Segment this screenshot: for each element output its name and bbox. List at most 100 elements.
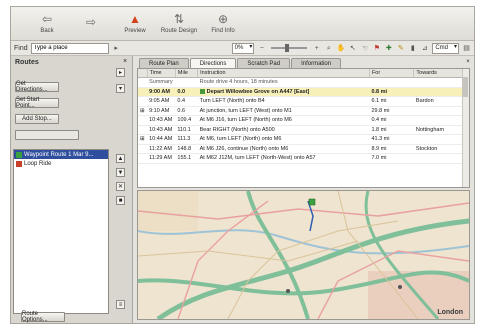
route-color-icon[interactable]: ■ [116,196,125,205]
close-icon[interactable]: × [121,58,129,66]
zoom-dropdown[interactable]: 0% [231,42,255,54]
map-canvas[interactable] [138,191,469,319]
table-cell-text: Route drive 4 hours, 18 minutes [199,79,278,86]
hand-pan-icon[interactable]: ☜ [360,44,369,53]
toolbar-button-2[interactable]: ▲ Preview [113,7,157,39]
pencil-icon[interactable]: ✎ [396,44,405,53]
table-cell: 0.4 mi [369,115,414,126]
toolbar-button-3[interactable]: ⇅ Route Design [157,7,201,39]
table-cell [138,96,148,107]
route-list-item-label: Loop Ride [24,160,52,167]
table-cell-text: 6.1 mi [371,98,387,105]
measure-icon[interactable]: ⊿ [420,44,429,53]
table-cell: 111.3 [175,134,198,145]
table-cell: Stockton [413,144,469,154]
get-directions-button[interactable]: Get Directions... [15,81,59,93]
highlighter-icon[interactable]: ▮ [408,44,417,53]
column-header[interactable]: Time [147,69,176,78]
column-header[interactable]: For [369,69,415,78]
table-row[interactable]: 9:05 AM 0.4 Turn LEFT (North) onto B4 6.1 m… [138,96,469,107]
table-cell-text: 0.8 mi [371,88,388,95]
table-cell-text: 1.8 mi [371,126,387,133]
column-header[interactable]: Instruction [197,69,370,78]
app-window: ⇦ Back ⇨ ▲ Preview ⇅ Route Design ⊕ Find Info Fi… [10,6,475,324]
collapse-icon[interactable]: ▸ [116,68,125,77]
column-header[interactable] [138,69,148,78]
table-cell-text: 0.4 [177,98,186,105]
table-cell: 1.8 mi [369,125,414,135]
route-list-item-label: Waypoint Route 1 Mar 9... [24,151,94,158]
tab-3[interactable]: Information [291,58,342,68]
table-cell: 6.1 mi [369,96,414,107]
scrollbar-thumb[interactable] [463,77,468,97]
tab-0[interactable]: Route Plan [139,58,189,68]
toolbar-button-1[interactable]: ⇨ [69,7,113,39]
table-row[interactable]: 10:43 AM 109.4 At M6 J16, turn LEFT (North… [138,115,469,126]
units-dropdown[interactable]: Cmd [432,42,459,54]
column-header[interactable]: Mile [175,69,199,78]
back-arrow-icon: ⇦ [41,11,53,26]
table-cell: 109.4 [175,115,198,126]
table-cell-text: 148.8 [177,145,192,152]
table-cell-text: 41.3 mi [371,136,390,143]
set-start-button[interactable]: Set Start Point... [15,97,59,109]
toolbar-button-4[interactable]: ⊕ Find Info [201,7,245,39]
table-cell-text: 9:10 AM [149,107,170,114]
table-cell-text: 0.4 mi [371,117,387,124]
table-cell-text: ⊞ [140,107,145,114]
route-list-item[interactable]: Loop Ride [14,159,108,168]
route-name-field[interactable] [15,130,79,140]
add-stop-button[interactable]: Add Stop... [15,114,59,124]
table-row[interactable]: 11:22 AM 148.8 At M6 J26, continue (North)… [138,144,469,154]
route-options-button[interactable]: Route Options... [21,311,65,323]
toolbar-button-0[interactable]: ⇦ Back [25,7,69,39]
zoom-slider[interactable] [271,44,308,52]
table-cell: ⊞ [138,134,148,145]
options-icon[interactable]: ▤ [462,44,471,53]
table-row[interactable]: ⊞ 10:44 AM 111.3 At M6, turn LEFT (North) o… [138,134,469,145]
route-properties-icon[interactable]: ≡ [116,300,125,309]
table-scrollbar[interactable] [462,69,469,187]
flag-icon[interactable]: ⚑ [372,44,381,53]
table-cell-text: Nottingham [415,126,445,133]
table-cell: 8.9 mi [369,144,414,154]
table-row[interactable]: ⊞ 9:10 AM 0.6 At junction, turn LEFT (West)… [138,106,469,116]
table-cell [138,125,148,135]
find-input[interactable] [30,42,109,54]
tab-1[interactable]: Directions [189,58,237,68]
select-arrow-icon[interactable]: ↖ [348,44,357,53]
pushpin-icon[interactable]: ✚ [384,44,393,53]
close-pane-icon[interactable]: × [464,58,472,66]
zoom-in-icon[interactable]: + [312,44,321,53]
sidebar-menu-icon[interactable]: ▾ [116,84,125,93]
table-row[interactable]: Summary Route drive 4 hours, 18 minutes [138,77,469,88]
table-cell [138,115,148,126]
tab-2[interactable]: Scratch Pad [237,58,291,68]
find-label: Find [14,44,28,52]
table-row[interactable]: 10:43 AM 110.1 Bear RIGHT (North) onto A50… [138,125,469,135]
table-cell [413,106,469,116]
table-cell [138,144,148,154]
map-view[interactable]: London [137,190,470,320]
table-cell-text: At M6 J26, continue (North) onto M6 [199,145,289,152]
table-cell: Route drive 4 hours, 18 minutes [197,77,370,88]
pan-icon[interactable]: ✋ [336,44,345,53]
route-design-icon: ⇅ [173,11,185,26]
table-cell: 10:43 AM [147,125,176,135]
magnifier-icon[interactable]: ⌕ [324,44,333,53]
table-row[interactable]: 11:29 AM 155.1 At M62 J12M, turn LEFT (Nor… [138,153,469,164]
column-header[interactable]: Towards [413,69,469,78]
table-cell: At junction, turn LEFT (West) onto M1 [197,106,370,116]
move-up-icon[interactable]: ▲ [116,154,125,163]
table-cell: 10:44 AM [147,134,176,145]
search-go-icon[interactable]: ▸ [112,44,121,53]
delete-route-icon[interactable]: ✕ [116,182,125,191]
table-cell: 110.1 [175,125,198,135]
table-cell: 11:29 AM [147,153,176,164]
toolbar-button-label: Find Info [211,27,235,34]
move-down-icon[interactable]: ▼ [116,168,125,177]
table-cell [138,87,148,97]
table-row[interactable]: 9:00 AM 0.0 Depart Willowbee Grove on A447… [138,87,469,97]
zoom-out-icon[interactable]: − [257,44,266,53]
route-list-item[interactable]: Waypoint Route 1 Mar 9... [14,150,108,159]
